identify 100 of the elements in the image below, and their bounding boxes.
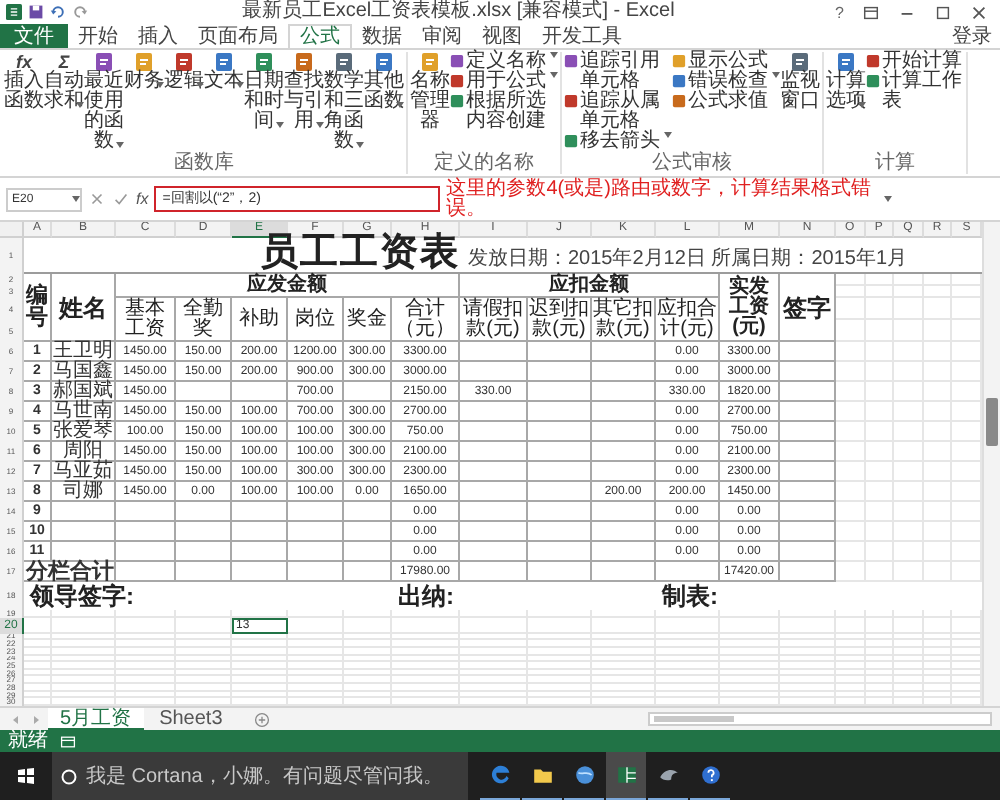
table-header: 应扣合计(元) [656, 298, 720, 342]
caret-icon[interactable] [884, 196, 893, 202]
table-cell: 分栏合计 [24, 562, 116, 582]
grid-cell [894, 402, 924, 422]
table-cell: 马世南 [52, 402, 116, 422]
grid-cell [894, 442, 924, 462]
table-cell [780, 402, 836, 422]
table-header: 请假扣款(元) [460, 298, 528, 342]
search-field[interactable]: 我是 Cortana，小娜。有问题尽管问我。 [52, 752, 468, 800]
table-cell [460, 522, 528, 542]
ribbon-button[interactable]: 定义名称 [450, 52, 558, 72]
tile-icon [866, 74, 880, 88]
ribbon-button[interactable]: 最近使用的函数 [84, 52, 124, 152]
ribbon-button[interactable]: 用于公式 [450, 72, 558, 92]
ribbon-button[interactable]: 监视窗口 [780, 52, 820, 112]
caret-icon [116, 142, 124, 148]
ribbon-button[interactable]: 财务 [124, 52, 164, 92]
table-cell [460, 422, 528, 442]
table-cell [780, 422, 836, 442]
table-cell [592, 342, 656, 362]
ribbon-tab[interactable]: 视图 [472, 24, 532, 48]
table-cell [780, 462, 836, 482]
ribbon-display-icon[interactable] [862, 3, 880, 21]
table-cell [780, 342, 836, 362]
ribbon-tab[interactable]: 公式 [288, 24, 352, 48]
signature-label: 制表: [662, 579, 718, 613]
table-cell [592, 562, 656, 582]
grid-cell [176, 617, 232, 634]
table-cell [460, 402, 528, 422]
ribbon-button[interactable]: Σ 自动求和 [44, 52, 84, 112]
table-cell [344, 382, 392, 402]
table-cell: 马国鑫 [52, 362, 116, 382]
ribbon-button[interactable]: 计算工作表 [866, 72, 964, 112]
table-cell [592, 442, 656, 462]
ribbon-button[interactable]: 移去箭头 [564, 132, 672, 152]
ribbon-button[interactable]: 错误检查 [672, 72, 780, 92]
macro-record-icon[interactable] [60, 733, 76, 749]
caret-icon [396, 102, 404, 108]
vertical-scrollbar[interactable] [982, 222, 1000, 706]
ribbon-button[interactable]: 名称管理器 [410, 52, 450, 132]
undo-icon[interactable] [50, 4, 66, 20]
ribbon-button[interactable]: 追踪从属单元格 [564, 92, 672, 132]
ribbon-button[interactable]: fx 插入函数 [4, 52, 44, 112]
insert-function-button[interactable]: fx [136, 190, 149, 208]
ribbon-tab[interactable]: 数据 [352, 24, 412, 48]
table-cell [344, 542, 392, 562]
taskbar-button[interactable] [606, 752, 646, 800]
grid-cell [923, 442, 953, 462]
ribbon-tab[interactable]: 开始 [68, 24, 128, 48]
ribbon-tab[interactable]: 开发工具 [532, 24, 632, 48]
windows-start-icon[interactable] [16, 766, 36, 786]
redo-icon[interactable] [72, 4, 88, 20]
ribbon-button[interactable]: 显示公式 [672, 52, 780, 72]
enter-icon[interactable] [112, 190, 130, 208]
table-cell [592, 362, 656, 382]
table-cell [592, 402, 656, 422]
table-cell [528, 482, 592, 502]
maximize-icon[interactable] [934, 3, 952, 21]
ribbon-button[interactable]: 公式求值 [672, 92, 780, 112]
cancel-icon[interactable] [88, 190, 106, 208]
close-icon[interactable] [970, 3, 988, 21]
help-button[interactable]: ? [829, 3, 850, 21]
group-label: 定义的名称 [432, 154, 536, 174]
ribbon-button[interactable]: 查找与引用 [284, 52, 324, 132]
grid-cell [720, 617, 780, 634]
grid-cell [894, 462, 924, 482]
save-icon[interactable] [28, 4, 44, 20]
caret-icon [196, 82, 204, 88]
grid-cell [894, 320, 924, 342]
ribbon-tab[interactable]: 插入 [128, 24, 188, 48]
add-sheet-icon[interactable] [254, 711, 271, 727]
ribbon-tab[interactable]: 审阅 [412, 24, 472, 48]
table-header: 签字 [780, 274, 836, 342]
sheet-tab[interactable]: Sheet3 [147, 708, 235, 730]
globe-icon [573, 764, 595, 786]
group-label: 公式审核 [650, 154, 734, 174]
sheet-tab[interactable]: 5月工资 [48, 708, 144, 730]
table-header: 迟到扣款(元) [528, 298, 592, 342]
ribbon-button[interactable]: 追踪引用单元格 [564, 52, 672, 92]
ribbon-button[interactable]: 根据所选内容创建 [450, 92, 558, 132]
caret-icon [72, 196, 80, 202]
table-cell [528, 362, 592, 382]
horizontal-scrollbar[interactable] [648, 712, 992, 726]
grid-cell [923, 402, 953, 422]
table-cell [288, 502, 344, 522]
table-cell [592, 382, 656, 402]
ribbon-tab[interactable]: 文件 [0, 24, 68, 48]
ribbon-button[interactable]: 数学和三角函数 [324, 52, 364, 152]
table-cell [460, 342, 528, 362]
grid-cell [865, 562, 895, 582]
sign-in-link[interactable]: 登录 [944, 24, 1000, 48]
table-cell [176, 542, 232, 562]
ribbon-tab[interactable]: 页面布局 [188, 24, 288, 48]
grid-cell [865, 462, 895, 482]
grid-cell [656, 617, 720, 634]
ribbon-button[interactable]: 日期和时间 [244, 52, 284, 132]
table-cell [344, 522, 392, 542]
ribbon-button[interactable]: 开始计算 [866, 52, 964, 72]
table-cell [528, 382, 592, 402]
annotation-text: 这里的参数4(或是)路由或数字，计算结果格式错误。 [446, 179, 873, 219]
